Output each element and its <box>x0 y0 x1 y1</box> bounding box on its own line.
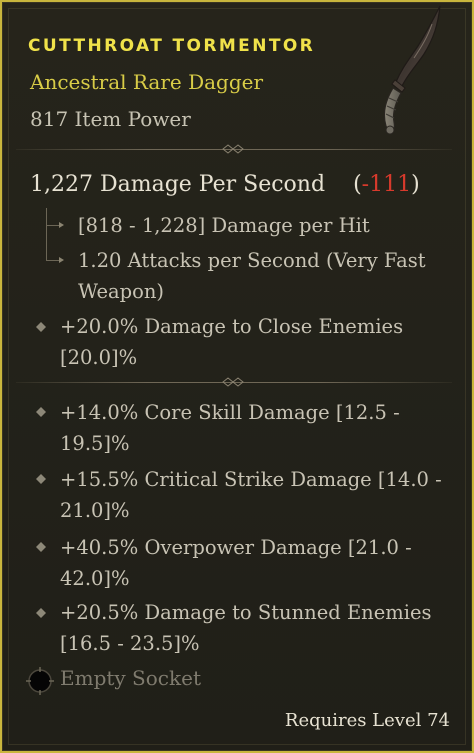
attacks-per-second: 1.20 Attacks per Second (Very Fast Weapo… <box>78 249 426 303</box>
affix-line: +15.5% Critical Strike Damage [14.0 - 21… <box>60 468 442 522</box>
branch-arrow-icon <box>46 257 64 263</box>
item-power: 817 Item Power <box>30 107 191 131</box>
curved-dagger-icon <box>383 5 441 135</box>
damage-per-hit: [818 - 1,228] Damage per Hit <box>78 214 370 237</box>
diamond-bullet-icon <box>36 474 46 484</box>
section-divider <box>16 143 452 157</box>
implicit-affix: +20.0% Damage to Close Enemies [20.0]% <box>60 315 404 369</box>
dps-value: 1,227 Damage Per Second <box>30 172 326 197</box>
item-name: CUTTHROAT TORMENTOR <box>28 36 316 56</box>
affix-line: +14.0% Core Skill Damage [12.5 - 19.5]% <box>60 401 400 455</box>
dps-delta: -111 <box>361 172 412 197</box>
stat-branch-line <box>46 208 47 260</box>
section-divider <box>16 376 452 390</box>
affix-line: +20.5% Damage to Stunned Enemies [16.5 -… <box>60 601 432 655</box>
diamond-bullet-icon <box>36 407 46 417</box>
diamond-bullet-icon <box>36 608 46 618</box>
affix-line: +40.5% Overpower Damage [21.0 - 42.0]% <box>60 536 412 590</box>
empty-socket-icon <box>26 667 54 695</box>
level-requirement: Requires Level 74 <box>284 710 450 731</box>
dps-close-paren: ) <box>411 172 420 197</box>
branch-arrow-icon <box>46 222 64 228</box>
diamond-bullet-icon <box>36 322 46 332</box>
empty-socket-label: Empty Socket <box>60 666 201 690</box>
damage-per-second: 1,227 Damage Per Second (-111) <box>30 172 420 197</box>
item-tooltip: CUTTHROAT TORMENTOR Ancestral Rare Dagge… <box>0 0 474 753</box>
item-type: Ancestral Rare Dagger <box>30 70 264 94</box>
dps-open-paren: ( <box>353 172 362 197</box>
diamond-bullet-icon <box>36 542 46 552</box>
